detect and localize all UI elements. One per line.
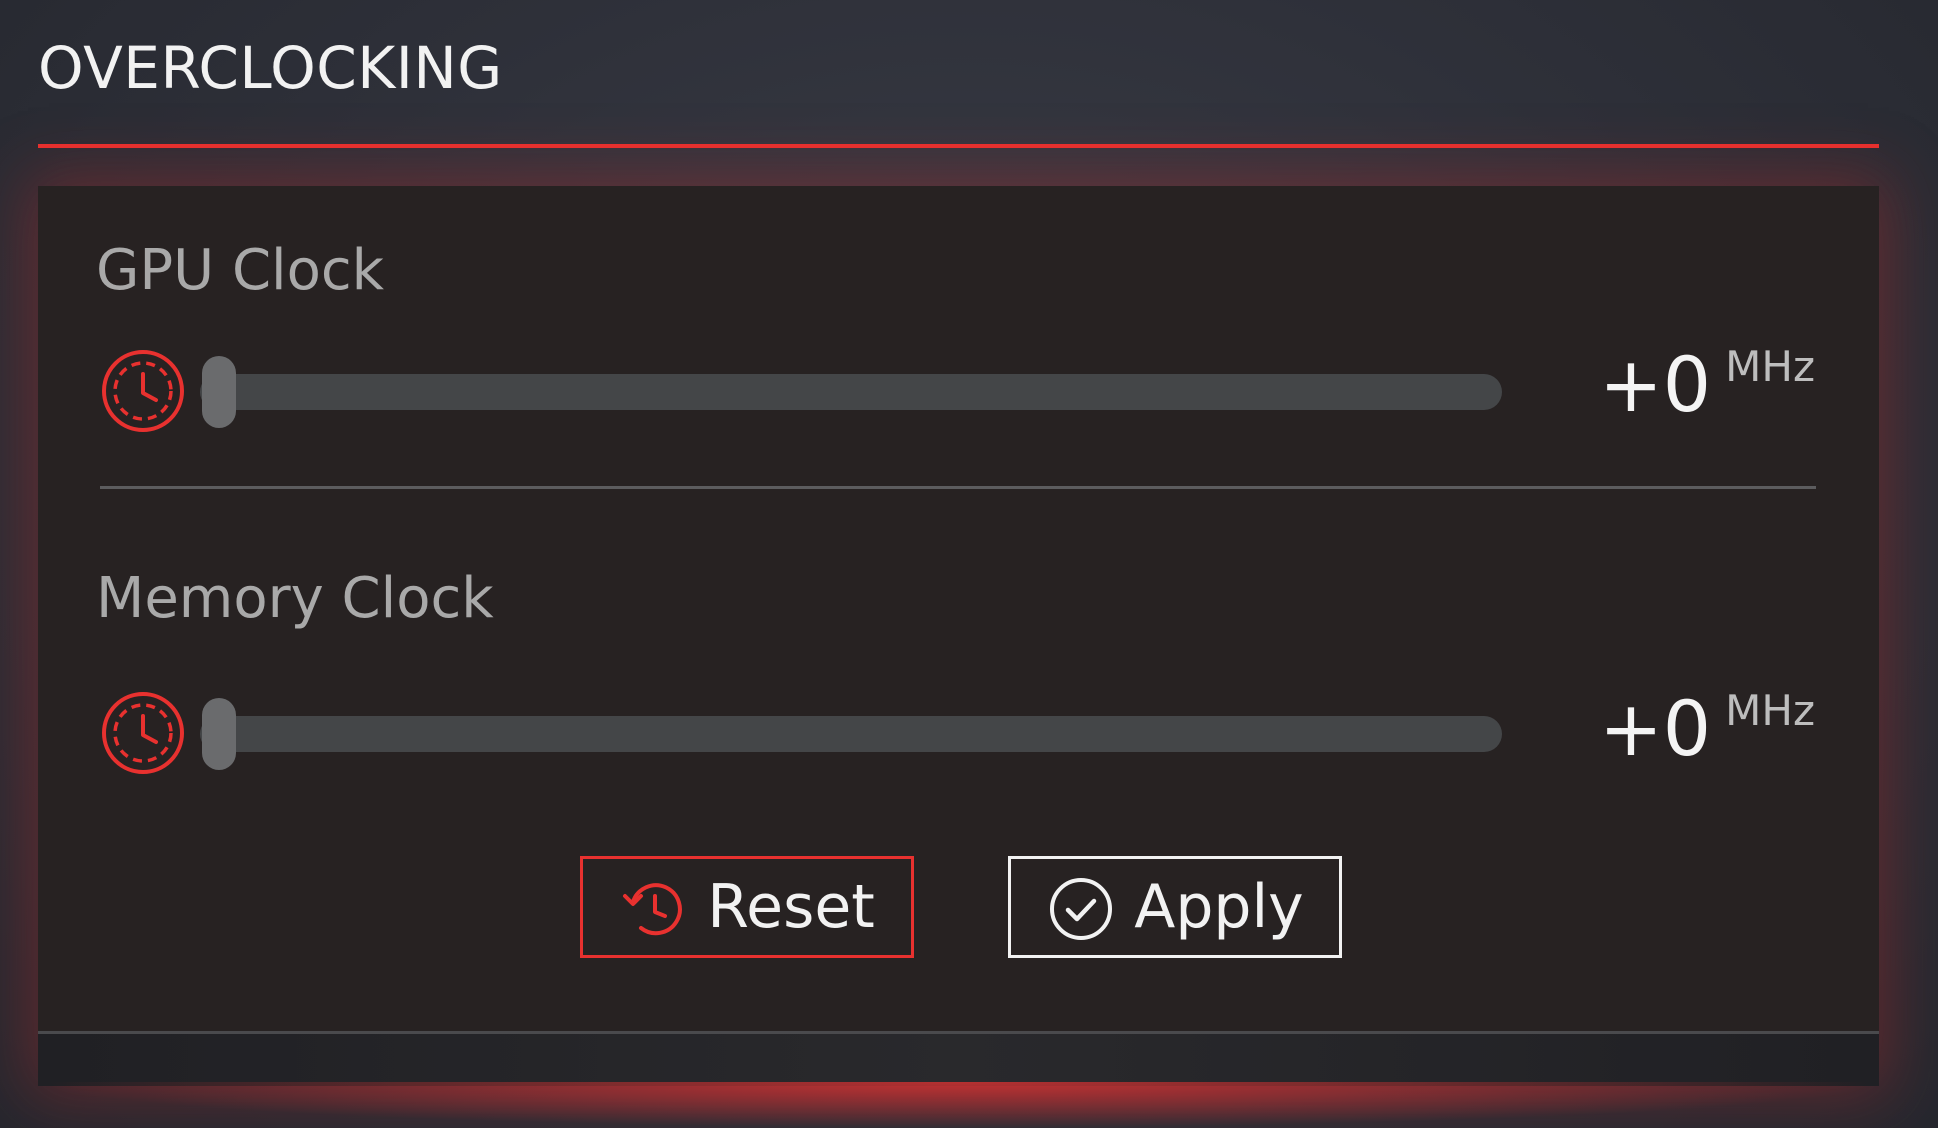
gpu-clock-unit: MHz — [1725, 342, 1815, 391]
clock-icon[interactable] — [100, 348, 186, 434]
apply-button[interactable]: Apply — [1008, 856, 1342, 958]
reset-icon — [623, 883, 683, 936]
check-circle-icon — [1050, 878, 1113, 940]
gpu-clock-slider-thumb[interactable] — [202, 356, 236, 428]
reset-button-label: Reset — [707, 872, 875, 942]
memory-clock-unit: MHz — [1725, 686, 1815, 735]
section-title: OVERCLOCKING — [38, 34, 503, 102]
memory-clock-slider-track[interactable] — [200, 716, 1502, 752]
gpu-clock-value: +0 MHz — [1599, 340, 1815, 429]
clock-icon[interactable] — [100, 690, 186, 776]
gpu-clock-slider-track[interactable] — [200, 374, 1502, 410]
overclocking-panel: GPU Clock +0 MHz Memory Clock +0 MHz Reset — [38, 186, 1879, 1086]
panel-footer — [38, 1031, 1879, 1086]
gpu-clock-label: GPU Clock — [96, 238, 385, 303]
bottom-glow — [38, 1082, 1879, 1128]
memory-clock-label: Memory Clock — [96, 566, 494, 631]
section-divider — [100, 486, 1816, 489]
memory-clock-value: +0 MHz — [1599, 684, 1815, 773]
title-divider — [38, 144, 1879, 148]
memory-clock-slider-thumb[interactable] — [202, 698, 236, 770]
memory-clock-value-number: +0 — [1599, 684, 1712, 773]
gpu-clock-value-number: +0 — [1599, 340, 1712, 429]
reset-button[interactable]: Reset — [580, 856, 914, 958]
apply-button-label: Apply — [1134, 872, 1304, 942]
